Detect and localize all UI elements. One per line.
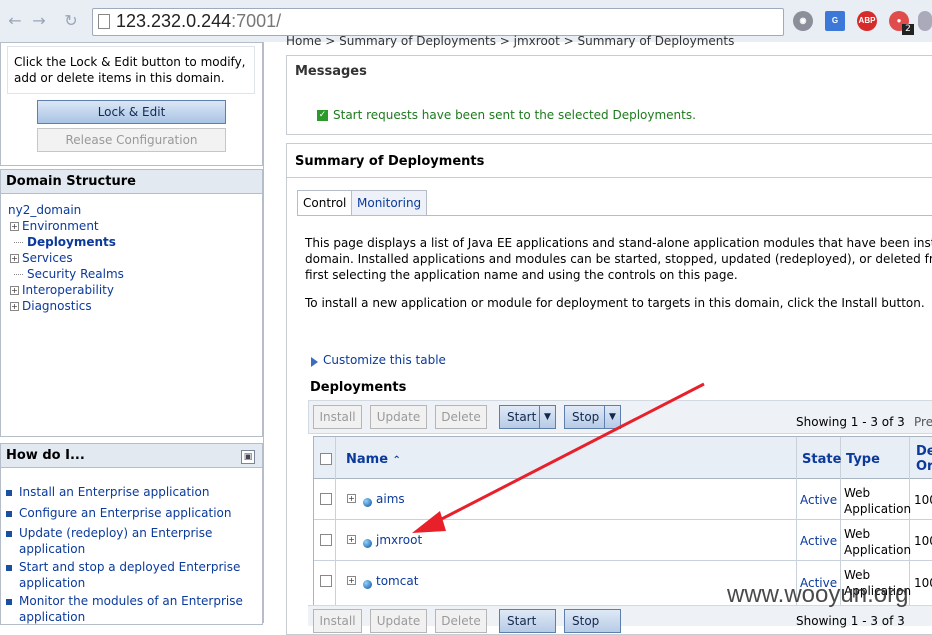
arrow-line <box>427 382 705 528</box>
watermark: www.wooyun.org <box>727 581 909 608</box>
arrow-head <box>412 511 446 533</box>
annotation-arrow <box>412 382 705 533</box>
